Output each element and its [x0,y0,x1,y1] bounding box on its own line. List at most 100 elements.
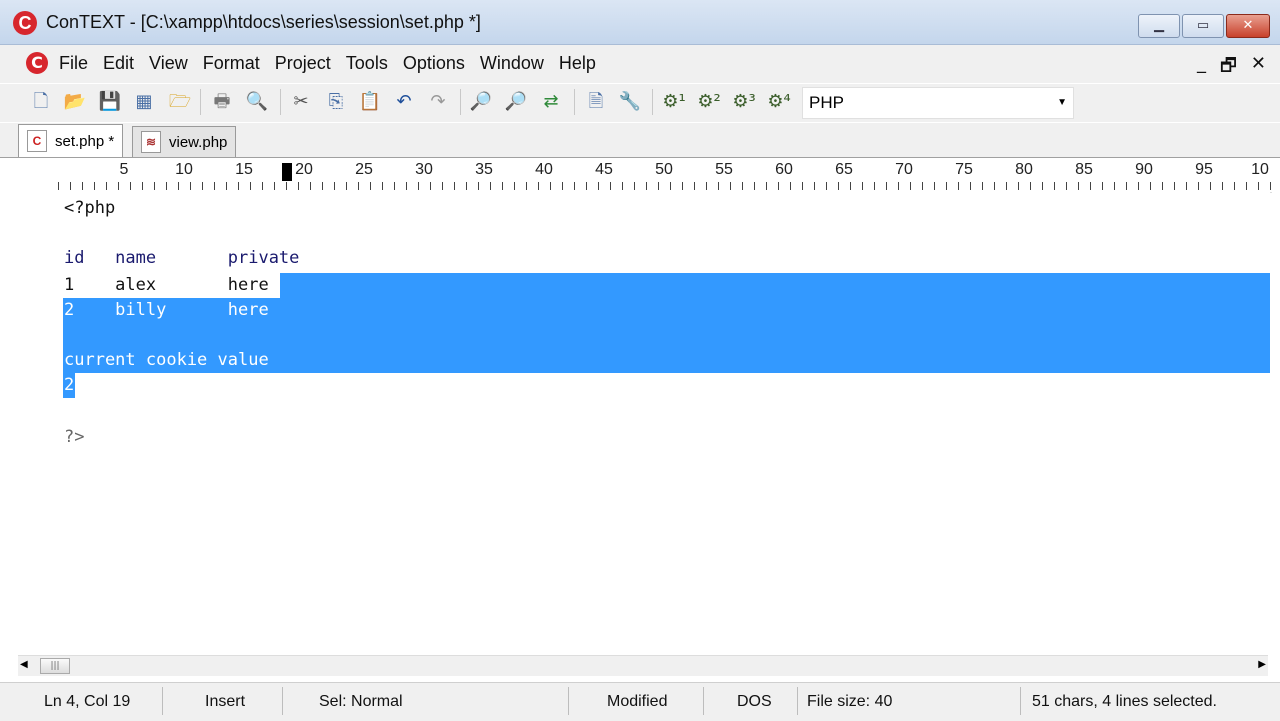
code-line-7: current cookie value [64,350,269,370]
menu-tools[interactable]: Tools [346,53,388,74]
ruler-number: 10 [175,161,193,178]
ruler-number: 90 [1135,161,1153,178]
menu-project[interactable]: Project [275,53,331,74]
document-tab-bar: C set.php * ≋ view.php [0,123,1280,158]
window-controls: ▁ ▭ ✕ [1138,14,1270,38]
copy-icon[interactable]: ⎘ [323,89,349,115]
tools-icon[interactable]: 🔧 [617,89,643,115]
title-bar: C ConTEXT - [C:\xampp\htdocs\series\sess… [0,0,1280,45]
find-icon[interactable]: 🔎 [468,89,494,115]
open-folder-icon[interactable]: 🗁 [167,89,193,115]
menu-options[interactable]: Options [403,53,465,74]
undo-icon[interactable]: ↶ [391,89,417,115]
context-logo-icon[interactable]: C [13,11,37,35]
code-line-4: 1 alex here [64,275,269,295]
user-command-1-icon[interactable]: ⚙¹ [659,89,689,115]
code-line-3: id name private [64,248,300,268]
ruler-number: 10 [1251,161,1269,178]
document-properties-icon[interactable]: 🗎 [583,89,609,115]
menu-edit[interactable]: Edit [103,53,134,74]
menu-file[interactable]: File [59,53,88,74]
toolbar-separator [574,89,575,115]
html-file-icon: ≋ [141,131,161,153]
user-command-3-icon[interactable]: ⚙³ [729,89,759,115]
window-title: ConTEXT - [C:\xampp\htdocs\series\sessio… [46,12,481,32]
mdi-restore-button[interactable]: 🗗 [1220,53,1237,83]
maximize-button[interactable]: ▭ [1182,14,1224,38]
code-line-1: <?php [64,198,116,218]
minimize-button[interactable]: ▁ [1138,14,1180,38]
status-file-size: File size: 40 [807,693,893,710]
open-file-icon[interactable]: 📂 [62,89,88,115]
menu-window[interactable]: Window [480,53,544,74]
status-insert-mode: Insert [205,693,246,710]
tab-view-php[interactable]: ≋ view.php [132,126,237,157]
menu-help[interactable]: Help [559,53,596,74]
status-bar: Ln 4, Col 19 Insert Sel: Normal Modified… [0,682,1280,721]
ruler-caret-marker [282,163,292,181]
language-select[interactable]: PHP ▼ [802,87,1074,119]
ruler-number: 50 [655,161,673,178]
status-divider [703,687,704,715]
new-file-icon[interactable]: 🗋 [28,89,54,115]
ruler-number: 30 [415,161,433,178]
redo-icon[interactable]: ↷ [425,89,451,115]
php-file-icon: C [27,130,47,152]
ruler-number: 60 [775,161,793,178]
selection-highlight [280,273,1270,298]
mdi-minimize-button[interactable]: _ [1197,53,1206,83]
selection-highlight [63,323,1270,348]
ruler-number: 20 [295,161,313,178]
tab-set-php[interactable]: C set.php * [18,124,124,157]
menu-format[interactable]: Format [203,53,260,74]
print-preview-icon[interactable]: 🔍 [244,89,270,115]
status-divider [162,687,163,715]
ruler-number: 80 [1015,161,1033,178]
replace-icon[interactable]: ⇄ [538,89,564,115]
cut-icon[interactable]: ✂ [288,89,314,115]
status-selection-info: 51 chars, 4 lines selected. [1032,693,1217,710]
find-next-icon[interactable]: 🔎 [503,89,529,115]
scroll-left-icon[interactable]: ◀ [20,659,28,670]
paste-icon[interactable]: 📋 [357,89,383,115]
ruler-number: 45 [595,161,613,178]
chevron-down-icon[interactable]: ▼ [1057,88,1067,118]
menu-view[interactable]: View [149,53,188,74]
status-divider [797,687,798,715]
ruler-number: 85 [1075,161,1093,178]
language-select-value: PHP [809,93,844,112]
scroll-right-icon[interactable]: ▶ [1258,659,1266,670]
ruler-number: 95 [1195,161,1213,178]
ruler-ticks [58,182,1272,190]
code-line-10: ?> [64,427,85,447]
tab-label: set.php * [55,132,115,150]
ruler-number: 35 [475,161,493,178]
scroll-thumb[interactable]: ||| [40,658,70,674]
code-line-8: 2 [64,375,75,395]
status-modified: Modified [607,693,668,710]
ruler-number: 65 [835,161,853,178]
ruler-number: 55 [715,161,733,178]
user-command-4-icon[interactable]: ⚙⁴ [764,89,794,115]
status-selection-mode: Sel: Normal [319,693,403,710]
editor-gutter [0,192,59,655]
menu-bar: C File Edit View Format Project Tools Op… [0,45,1280,83]
status-divider [1020,687,1021,715]
status-file-format: DOS [737,693,772,710]
status-divider [282,687,283,715]
horizontal-scrollbar[interactable]: ◀ ||| ▶ [18,655,1268,676]
print-icon[interactable]: 🖶 [209,89,235,115]
status-cursor-position: Ln 4, Col 19 [44,693,131,710]
save-all-icon[interactable]: ▦ [131,89,157,115]
ruler-number: 5 [119,161,129,178]
toolbar-separator [460,89,461,115]
save-icon[interactable]: 💾 [97,89,123,115]
code-editor[interactable]: <?php id name private 1 alex here 2 bill… [58,192,1270,655]
ruler-number: 40 [535,161,553,178]
document-menu-icon[interactable]: C [26,52,48,74]
close-button[interactable]: ✕ [1226,14,1270,38]
ruler-number: 75 [955,161,973,178]
column-ruler: 5 10 15 20 25 30 35 40 45 50 55 60 65 70… [58,158,1272,193]
user-command-2-icon[interactable]: ⚙² [694,89,724,115]
mdi-close-button[interactable]: ✕ [1251,53,1266,83]
